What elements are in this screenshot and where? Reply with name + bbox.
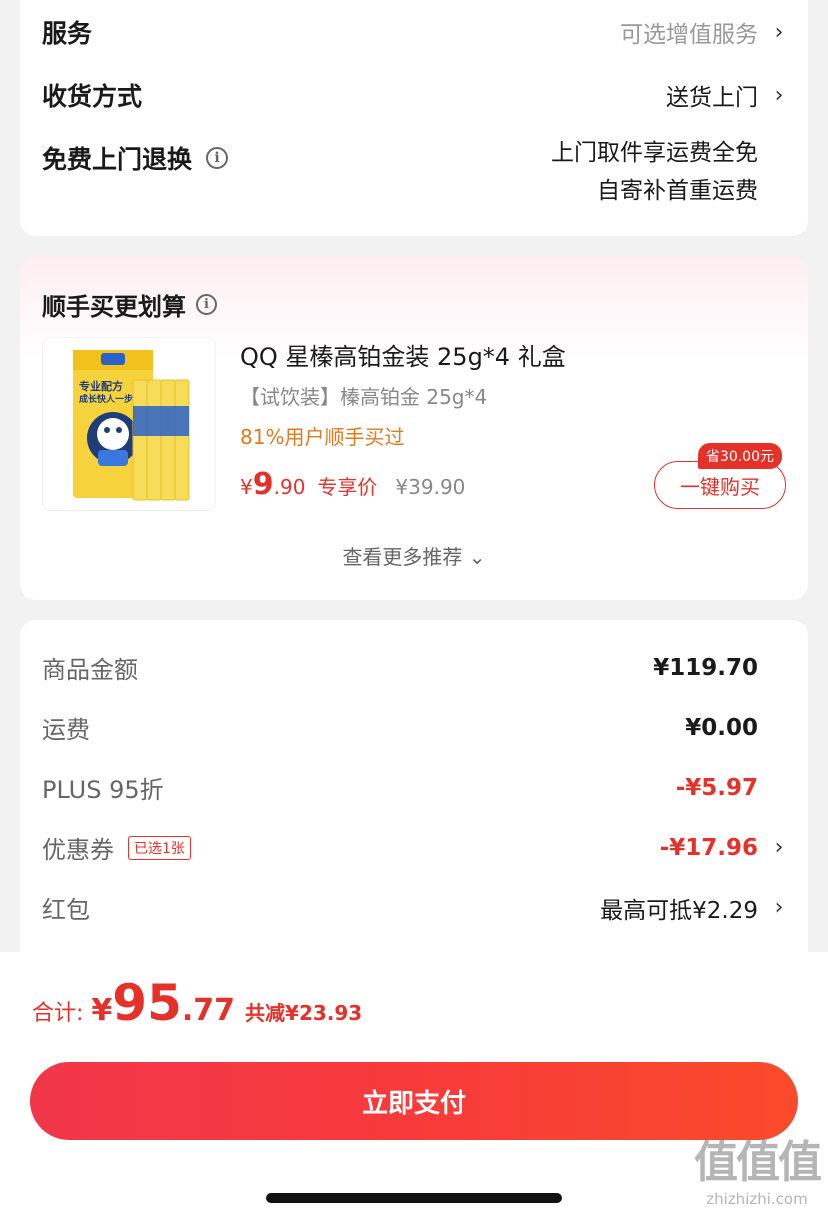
chevron-right-icon: ›	[774, 82, 784, 108]
free-return-title: 免费上门退换	[42, 145, 193, 174]
coupon-row[interactable]: 优惠券 已选1张 -¥17.96 ›	[42, 830, 786, 865]
original-price: ¥39.90	[395, 475, 466, 499]
coupon-value: -¥17.96	[659, 834, 758, 861]
red-packet-label: 红包	[42, 896, 90, 924]
product-name[interactable]: QQ 星榛高铂金装 25g*4 礼盒	[240, 337, 566, 372]
delivery-method-value: 送货上门	[666, 85, 758, 111]
shipping-fee-value: ¥0.00	[685, 714, 758, 741]
total-label: 合计:	[32, 1001, 84, 1026]
services-card: 服务 可选增值服务 › 收货方式 送货上门 › 免费上门退换 i 上门取件享运费…	[20, 0, 808, 236]
free-return-line-1: 上门取件享运费全免	[551, 140, 758, 166]
chevron-right-icon: ›	[774, 835, 784, 860]
watermark-logo: 值值值	[694, 1137, 822, 1188]
home-indicator[interactable]	[266, 1193, 562, 1203]
service-value: 可选增值服务	[620, 22, 758, 48]
see-more-recommendations[interactable]: 查看更多推荐 ⌄	[20, 541, 808, 570]
coupon-selected-tag: 已选1张	[128, 835, 191, 860]
info-icon[interactable]: i	[196, 294, 217, 315]
watermark: 值值值 zhizhizhi.com	[694, 1137, 822, 1209]
plus-discount-row: PLUS 95折 -¥5.97	[42, 770, 786, 805]
price-integer: 9	[252, 467, 274, 502]
plus-discount-value: -¥5.97	[675, 774, 758, 801]
product-stat: 81%用户顺手买过	[240, 425, 405, 449]
coupon-label: 优惠券	[42, 836, 114, 864]
price-tag: 专享价	[317, 475, 378, 499]
product-thumbnail[interactable]: 专业配方 成长快人一步	[42, 337, 216, 511]
upsell-card: 顺手买更划算 i 专业配方 成长快人一步 QQ 星榛高铂金装 25g*4 礼盒 …	[20, 255, 808, 600]
one-click-buy: 省30.00元 一键购买	[654, 443, 786, 509]
upsell-title: 顺手买更划算	[42, 293, 186, 321]
total-decimal: .77	[181, 993, 236, 1028]
total-integer: 95	[112, 974, 182, 1032]
goods-amount-label: 商品金额	[42, 656, 138, 684]
watermark-url: zhizhizhi.com	[706, 1190, 808, 1208]
product-price: ¥ 9 .90 专享价 ¥39.90	[240, 467, 465, 502]
service-row[interactable]: 服务 可选增值服务 ›	[42, 14, 786, 50]
shipping-fee-label: 运费	[42, 716, 90, 744]
price-decimal: .90	[273, 475, 306, 499]
order-total: 合计: ¥ 95 .77 共减¥23.93	[32, 974, 362, 1032]
save-badge: 省30.00元	[697, 443, 782, 469]
price-symbol: ¥	[240, 475, 253, 499]
red-packet-row[interactable]: 红包 最高可抵¥2.29 ›	[42, 890, 786, 925]
free-return-line-2: 自寄补首重运费	[597, 178, 758, 204]
plus-discount-label: PLUS 95折	[42, 776, 164, 804]
free-return-row: 免费上门退换 i 上门取件享运费全免 自寄补首重运费	[42, 134, 786, 210]
goods-amount-value: ¥119.70	[653, 654, 758, 681]
goods-amount-row: 商品金额 ¥119.70	[42, 650, 786, 685]
red-packet-value: 最高可抵¥2.29	[600, 897, 758, 924]
product-subtitle: 【试饮装】榛高铂金 25g*4	[240, 385, 488, 409]
delivery-method-row[interactable]: 收货方式 送货上门 ›	[42, 77, 786, 113]
service-title: 服务	[42, 19, 93, 48]
milk-gift-box-image	[43, 338, 215, 510]
total-symbol: ¥	[91, 993, 113, 1028]
chevron-right-icon: ›	[774, 895, 784, 920]
chevron-right-icon: ›	[774, 19, 784, 45]
shipping-fee-row: 运费 ¥0.00	[42, 710, 786, 745]
pay-now-button[interactable]: 立即支付	[30, 1062, 798, 1140]
thumb-text-2: 成长快人一步	[79, 395, 134, 405]
info-icon[interactable]: i	[206, 147, 229, 169]
delivery-method-title: 收货方式	[42, 82, 143, 111]
total-reduction: 共减¥23.93	[245, 1001, 363, 1025]
